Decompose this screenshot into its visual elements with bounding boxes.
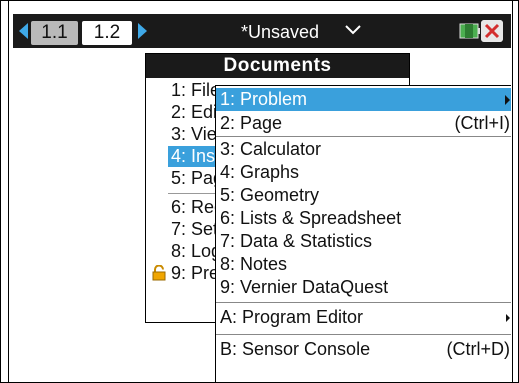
submenu-item-label: 4: Graphs: [220, 162, 300, 182]
top-bar: 1.1 1.2 *Unsaved: [13, 14, 511, 48]
submenu-item-label: 1: Problem: [220, 89, 308, 109]
prev-page-icon[interactable]: [19, 23, 28, 39]
submenu-item-data-statistics[interactable]: 7: Data & Statistics: [216, 230, 511, 253]
submenu-arrow-icon: [505, 95, 510, 105]
tab-1-2[interactable]: 1.2: [82, 21, 132, 45]
battery-icon: [459, 23, 480, 39]
submenu-item-geometry[interactable]: 5: Geometry: [216, 184, 511, 207]
documents-menu-title: Documents: [146, 54, 409, 78]
submenu-item-lists-spreadsheet[interactable]: 6: Lists & Spreadsheet: [216, 207, 511, 230]
frame-divider-right: [512, 0, 513, 382]
submenu-item-label: 2: Page: [220, 113, 283, 133]
shortcut-label: (Ctrl+D): [446, 339, 511, 359]
submenu-item-calculator[interactable]: 3: Calculator: [216, 138, 511, 161]
submenu-item-graphs[interactable]: 4: Graphs: [216, 161, 511, 184]
submenu-item-label: 8: Notes: [220, 254, 288, 274]
submenu-item-label: B: Sensor Console: [220, 339, 371, 359]
tab-1-1[interactable]: 1.1: [31, 21, 78, 45]
submenu-item-label: 7: Data & Statistics: [220, 231, 373, 251]
calculator-screen: 1.1 1.2 *Unsaved Documents 1: File 2: Ed…: [13, 14, 511, 382]
submenu-item-program-editor[interactable]: A: Program Editor: [216, 306, 511, 329]
submenu-item-notes[interactable]: 8: Notes: [216, 253, 511, 276]
submenu-separator: [216, 334, 511, 335]
close-icon[interactable]: [481, 20, 503, 42]
submenu-item-label: 9: Vernier DataQuest: [220, 277, 389, 297]
lock-icon: [152, 265, 166, 281]
submenu-item-page[interactable]: 2: Page (Ctrl+I): [216, 112, 511, 135]
dropdown-chevron-icon[interactable]: [345, 25, 361, 35]
submenu-item-sensor-console[interactable]: B: Sensor Console (Ctrl+D): [216, 338, 511, 361]
insert-submenu: 1: Problem 2: Page (Ctrl+I) 3: Calculato…: [215, 85, 511, 382]
submenu-separator: [216, 302, 511, 303]
submenu-item-label: 5: Geometry: [220, 185, 320, 205]
shortcut-label: (Ctrl+I): [454, 113, 511, 133]
submenu-item-label: 3: Calculator: [220, 139, 322, 159]
frame-divider-left: [8, 0, 9, 382]
submenu-separator: [216, 136, 511, 137]
submenu-item-vernier-dataquest[interactable]: 9: Vernier DataQuest: [216, 276, 511, 299]
submenu-item-label: 6: Lists & Spreadsheet: [220, 208, 402, 228]
next-page-icon[interactable]: [138, 23, 147, 39]
submenu-item-problem[interactable]: 1: Problem: [216, 88, 511, 111]
submenu-arrow-icon: [506, 314, 510, 322]
submenu-item-label: A: Program Editor: [220, 307, 364, 327]
document-title[interactable]: *Unsaved: [241, 19, 319, 45]
